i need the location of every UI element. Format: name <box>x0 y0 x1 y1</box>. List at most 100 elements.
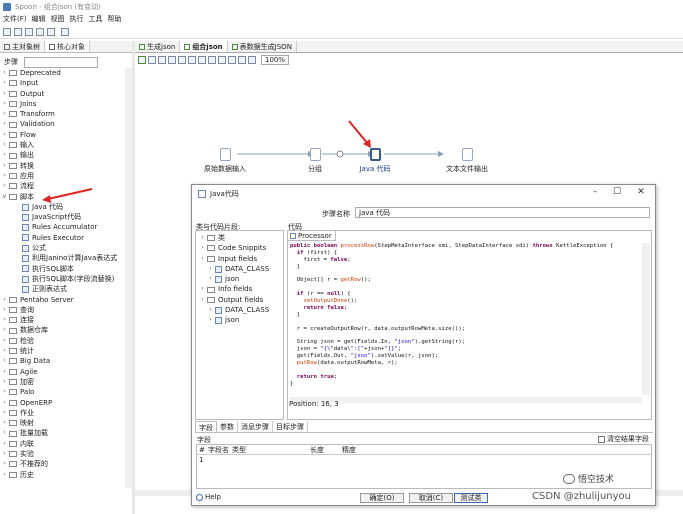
snippet-tree-item[interactable]: › Info fields <box>196 284 283 294</box>
tree-category[interactable]: › 实验 <box>0 449 132 459</box>
ok-button[interactable]: 确定(O) <box>360 493 404 503</box>
run-icon[interactable] <box>138 55 146 64</box>
show-results-icon[interactable] <box>238 55 246 64</box>
tree-step-item[interactable]: 正则表达式 <box>0 284 132 294</box>
code-hscrollbar[interactable] <box>290 397 642 403</box>
chevron-right-icon[interactable]: › <box>206 264 215 274</box>
tree-category[interactable]: › 应用 <box>0 171 132 181</box>
tree-category[interactable]: › Big Data <box>0 356 132 366</box>
tree-category[interactable]: › Flow <box>0 130 132 140</box>
table-cell[interactable]: 1 <box>197 456 206 464</box>
table-row[interactable]: 1 <box>197 455 651 465</box>
sql-icon[interactable] <box>218 55 226 64</box>
chevron-right-icon[interactable]: › <box>0 130 9 140</box>
debug-icon[interactable] <box>178 55 186 64</box>
step-java-icon[interactable] <box>370 148 381 161</box>
chevron-right-icon[interactable]: › <box>0 295 9 305</box>
chevron-right-icon[interactable]: › <box>0 150 9 160</box>
chevron-right-icon[interactable]: › <box>0 470 9 480</box>
menu-edit[interactable]: 编辑 <box>32 14 46 24</box>
chevron-right-icon[interactable]: › <box>0 305 9 315</box>
tree-category[interactable]: › 历史 <box>0 470 132 480</box>
editor-tab-processor[interactable]: Processor <box>288 231 336 241</box>
explore-icon[interactable] <box>25 28 33 36</box>
menu-run[interactable]: 执行 <box>70 14 84 24</box>
tree-category[interactable]: › 数据仓库 <box>0 325 132 335</box>
chevron-right-icon[interactable]: › <box>0 356 9 366</box>
open-file-icon[interactable] <box>14 28 22 36</box>
chevron-right-icon[interactable]: › <box>0 181 9 191</box>
tree-category[interactable]: › 不推荐的 <box>0 459 132 469</box>
tree-category[interactable]: › 统计 <box>0 346 132 356</box>
chevron-right-icon[interactable]: › <box>0 325 9 335</box>
tree-scrollbar[interactable] <box>125 68 132 488</box>
tree-category[interactable]: › 输入 <box>0 140 132 150</box>
tree-category[interactable]: › Validation <box>0 119 132 129</box>
tab-transformation[interactable]: 表数据生成JSON <box>228 41 297 52</box>
tree-category[interactable]: › 检验 <box>0 336 132 346</box>
tab-main-tree[interactable]: 主对象树 <box>0 41 45 52</box>
step-input-icon[interactable] <box>220 148 231 161</box>
chevron-right-icon[interactable]: › <box>0 387 9 397</box>
chevron-right-icon[interactable]: › <box>0 109 9 119</box>
tab-core-objects[interactable]: 核心对象 <box>45 41 90 52</box>
chevron-right-icon[interactable]: › <box>198 233 207 243</box>
chevron-right-icon[interactable]: › <box>0 428 9 438</box>
tree-step-item[interactable]: 利用Janino计算Java表达式 <box>0 253 132 263</box>
tree-step-item[interactable]: Rules Accumulator <box>0 222 132 232</box>
save-icon[interactable] <box>36 28 44 36</box>
new-file-icon[interactable] <box>3 28 11 36</box>
menu-view[interactable]: 视图 <box>51 14 65 24</box>
chevron-right-icon[interactable]: › <box>0 78 9 88</box>
chevron-right-icon[interactable]: › <box>198 295 207 305</box>
replay-icon[interactable] <box>188 55 196 64</box>
snippet-tree-item[interactable]: › Output fields <box>196 295 283 305</box>
cancel-button[interactable]: 取消(C) <box>409 493 453 503</box>
chevron-right-icon[interactable]: › <box>0 418 9 428</box>
snippet-tree-item[interactable]: › json <box>196 315 283 325</box>
tree-category[interactable]: › Palo <box>0 387 132 397</box>
snippet-tree-item[interactable]: › 类 <box>196 233 283 243</box>
tree-category[interactable]: › 批量加载 <box>0 428 132 438</box>
chevron-right-icon[interactable]: › <box>206 305 215 315</box>
snippet-tree-item[interactable]: › DATA_CLASS <box>196 264 283 274</box>
chevron-right-icon[interactable]: › <box>0 161 9 171</box>
tree-step-item[interactable]: 公式 <box>0 243 132 253</box>
tree-category[interactable]: › Pentaho Server <box>0 295 132 305</box>
close-icon[interactable]: ✕ <box>630 187 652 197</box>
chevron-right-icon[interactable]: › <box>198 254 207 264</box>
preview-icon[interactable] <box>168 55 176 64</box>
column-header[interactable]: 类型 <box>230 445 308 455</box>
column-header[interactable]: # <box>197 446 206 454</box>
chevron-right-icon[interactable]: › <box>0 377 9 387</box>
chevron-right-icon[interactable]: › <box>0 439 9 449</box>
chevron-right-icon[interactable]: › <box>0 449 9 459</box>
clear-result-checkbox[interactable] <box>598 435 605 443</box>
snippet-tree-item[interactable]: › json <box>196 274 283 284</box>
tree-category[interactable]: › Input <box>0 78 132 88</box>
chevron-right-icon[interactable]: › <box>0 346 9 356</box>
tree-category[interactable]: › 映射 <box>0 418 132 428</box>
tree-category[interactable]: › Output <box>0 89 132 99</box>
tab-fields[interactable]: 字段 <box>195 421 217 432</box>
tree-category[interactable]: › 输出 <box>0 150 132 160</box>
explore-db-icon[interactable] <box>228 55 236 64</box>
snippet-tree-item[interactable]: › Code Snippits <box>196 243 283 253</box>
snippet-tree-item[interactable]: › DATA_CLASS <box>196 305 283 315</box>
tab-info-steps[interactable]: 消息步骤 <box>238 421 273 432</box>
step-name-input[interactable]: Java 代码 <box>355 207 650 218</box>
tree-category[interactable]: › 查询 <box>0 305 132 315</box>
code-editor[interactable]: public boolean processRow(StepMetaInterf… <box>290 243 642 396</box>
tree-category[interactable]: › 加密 <box>0 377 132 387</box>
chevron-right-icon[interactable]: › <box>0 367 9 377</box>
menu-file[interactable]: 文件(F) <box>3 14 27 24</box>
pause-icon[interactable] <box>148 55 156 64</box>
test-class-button[interactable]: 测试类 <box>454 493 488 503</box>
help-button[interactable]: Help <box>196 493 221 501</box>
chevron-right-icon[interactable]: › <box>0 68 9 78</box>
tree-category[interactable]: › Deprecated <box>0 68 132 78</box>
tree-step-item[interactable]: 执行SQL脚本 <box>0 264 132 274</box>
menu-help[interactable]: 帮助 <box>108 14 122 24</box>
chevron-right-icon[interactable]: › <box>206 274 215 284</box>
tree-category[interactable]: › OpenERP <box>0 398 132 408</box>
